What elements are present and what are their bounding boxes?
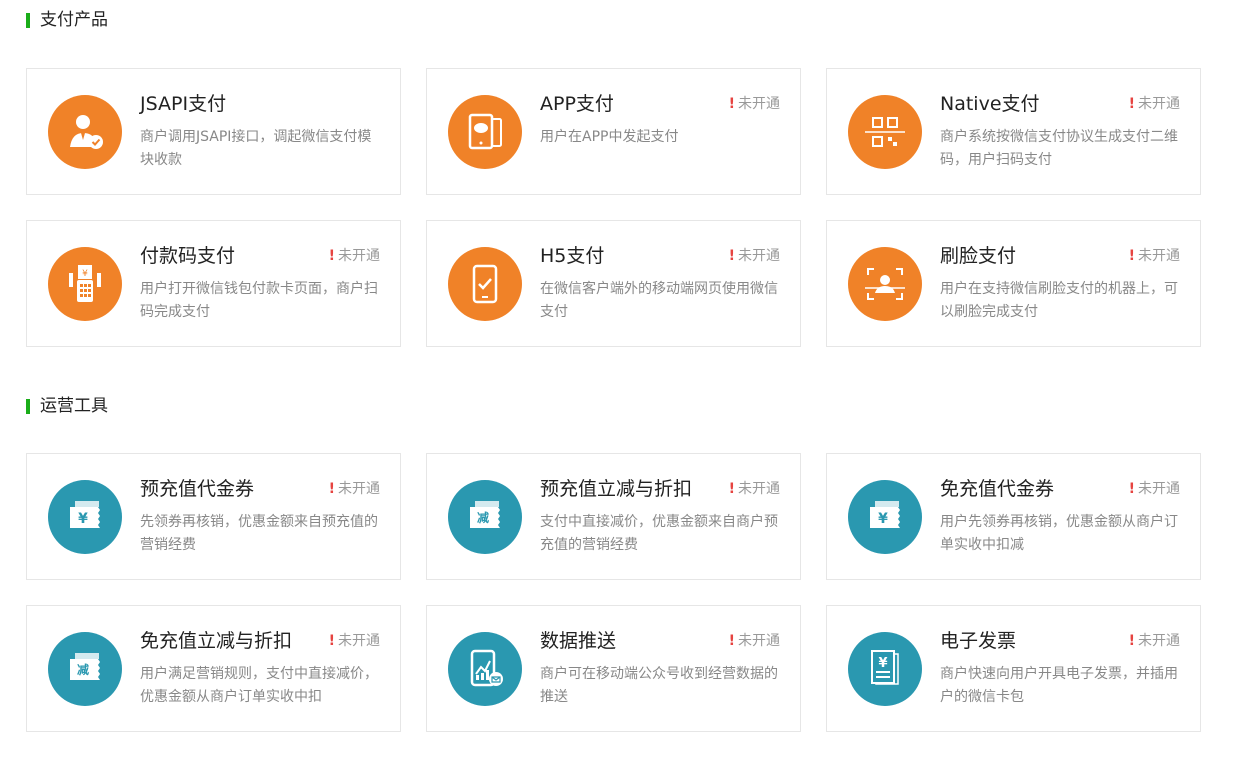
invoice-icon: ¥ [848,632,922,706]
svg-text:¥: ¥ [878,511,888,527]
status-badge: ! 未开通 [329,632,380,650]
status-text: 未开通 [338,248,380,264]
tool-description: 商户可在移动端公众号收到经营数据的推送 [540,666,778,705]
status-text: 未开通 [1138,248,1180,264]
alert-icon: ! [328,248,335,264]
status-text: 未开通 [1138,481,1180,497]
alert-icon: ! [728,96,735,112]
status-badge: ! 未开通 [729,95,780,113]
status-text: 未开通 [738,481,780,497]
svg-text:减: 减 [77,662,89,677]
svg-text:¥: ¥ [78,511,88,527]
status-text: 未开通 [338,633,380,649]
tool-card-e-invoice[interactable]: ¥ 电子发票 ! 未开通 商户快速向用户开具电子发票，并插用户的微信卡包 [826,605,1201,732]
status-badge: ! 未开通 [329,247,380,265]
yuan-voucher-icon: ¥ [48,480,122,554]
section-title-payment-products: 支付产品 [26,10,108,30]
tool-description: 支付中直接减价，优惠金额来自商户预充值的营销经费 [540,514,778,553]
status-text: 未开通 [338,481,380,497]
pos-terminal-icon: ¥ [48,247,122,321]
status-text: 未开通 [1138,633,1180,649]
status-text: 未开通 [738,96,780,112]
data-push-icon [448,632,522,706]
svg-text:¥: ¥ [878,656,887,671]
product-card-app[interactable]: APP支付 ! 未开通 用户在APP中发起支付 [426,68,801,195]
tool-description: 先领券再核销，优惠金额来自预充值的营销经费 [140,514,378,553]
status-badge: ! 未开通 [1129,247,1180,265]
tool-card-prepaid-voucher[interactable]: ¥ 预充值代金券 ! 未开通 先领券再核销，优惠金额来自预充值的营销经费 [26,453,401,580]
section-title-operation-tools: 运营工具 [26,396,108,416]
alert-icon: ! [1128,248,1135,264]
person-check-icon [48,95,122,169]
product-description: 商户系统按微信支付协议生成支付二维码，用户扫码支付 [940,129,1178,168]
tool-name: 数据推送 [540,630,617,652]
product-card-payment-code[interactable]: ¥ 付款码支付 ! 未开通 用户打开微信钱包付款卡页面，商户扫码完成支付 [26,220,401,347]
tool-name: 预充值代金券 [140,478,255,500]
status-text: 未开通 [1138,96,1180,112]
tool-description: 商户快速向用户开具电子发票，并插用户的微信卡包 [940,666,1178,705]
tool-name: 预充值立减与折扣 [540,478,693,500]
product-description: 用户在APP中发起支付 [540,129,679,145]
discount-voucher-icon: 减 [48,632,122,706]
product-name: H5支付 [540,245,605,267]
alert-icon: ! [328,481,335,497]
product-card-native[interactable]: Native支付 ! 未开通 商户系统按微信支付协议生成支付二维码，用户扫码支付 [826,68,1201,195]
product-description: 在微信客户端外的移动端网页使用微信支付 [540,281,778,320]
product-card-h5[interactable]: H5支付 ! 未开通 在微信客户端外的移动端网页使用微信支付 [426,220,801,347]
alert-icon: ! [1128,633,1135,649]
product-description: 用户在支持微信刷脸支付的机器上，可以刷脸完成支付 [940,281,1178,320]
tool-card-data-push[interactable]: 数据推送 ! 未开通 商户可在移动端公众号收到经营数据的推送 [426,605,801,732]
product-description: 用户打开微信钱包付款卡页面，商户扫码完成支付 [140,281,378,320]
product-name: 付款码支付 [140,245,236,267]
status-badge: ! 未开通 [729,480,780,498]
tool-name: 免充值代金券 [940,478,1055,500]
tool-card-free-discount[interactable]: 减 免充值立减与折扣 ! 未开通 用户满足营销规则，支付中直接减价，优惠金额从商户… [26,605,401,732]
alert-icon: ! [728,481,735,497]
svg-text:减: 减 [477,510,489,525]
face-scan-icon [848,247,922,321]
alert-icon: ! [1128,96,1135,112]
qr-code-icon [848,95,922,169]
tool-name: 电子发票 [940,630,1017,652]
alert-icon: ! [328,633,335,649]
product-name: APP支付 [540,93,614,115]
tool-description: 用户满足营销规则，支付中直接减价，优惠金额从商户订单实收中扣 [140,666,378,705]
phone-check-icon [448,247,522,321]
alert-icon: ! [1128,481,1135,497]
status-badge: ! 未开通 [1129,632,1180,650]
tool-description: 用户先领券再核销，优惠金额从商户订单实收中扣减 [940,514,1178,553]
tool-card-free-voucher[interactable]: ¥ 免充值代金券 ! 未开通 用户先领券再核销，优惠金额从商户订单实收中扣减 [826,453,1201,580]
product-name: Native支付 [940,93,1040,115]
product-card-jsapi[interactable]: JSAPI支付 商户调用JSAPI接口，调起微信支付模块收款 [26,68,401,195]
tool-name: 免充值立减与折扣 [140,630,293,652]
product-name: JSAPI支付 [140,93,227,115]
product-description: 商户调用JSAPI接口，调起微信支付模块收款 [140,129,372,168]
discount-voucher-icon: 减 [448,480,522,554]
tool-card-prepaid-discount[interactable]: 减 预充值立减与折扣 ! 未开通 支付中直接减价，优惠金额来自商户预充值的营销经费 [426,453,801,580]
yuan-voucher-icon: ¥ [848,480,922,554]
status-badge: ! 未开通 [1129,480,1180,498]
status-badge: ! 未开通 [729,247,780,265]
alert-icon: ! [728,248,735,264]
alert-icon: ! [728,633,735,649]
status-text: 未开通 [738,633,780,649]
product-name: 刷脸支付 [940,245,1017,267]
status-badge: ! 未开通 [729,632,780,650]
product-card-face-pay[interactable]: 刷脸支付 ! 未开通 用户在支持微信刷脸支付的机器上，可以刷脸完成支付 [826,220,1201,347]
status-text: 未开通 [738,248,780,264]
svg-text:¥: ¥ [82,269,88,279]
status-badge: ! 未开通 [1129,95,1180,113]
status-badge: ! 未开通 [329,480,380,498]
mobile-app-icon [448,95,522,169]
